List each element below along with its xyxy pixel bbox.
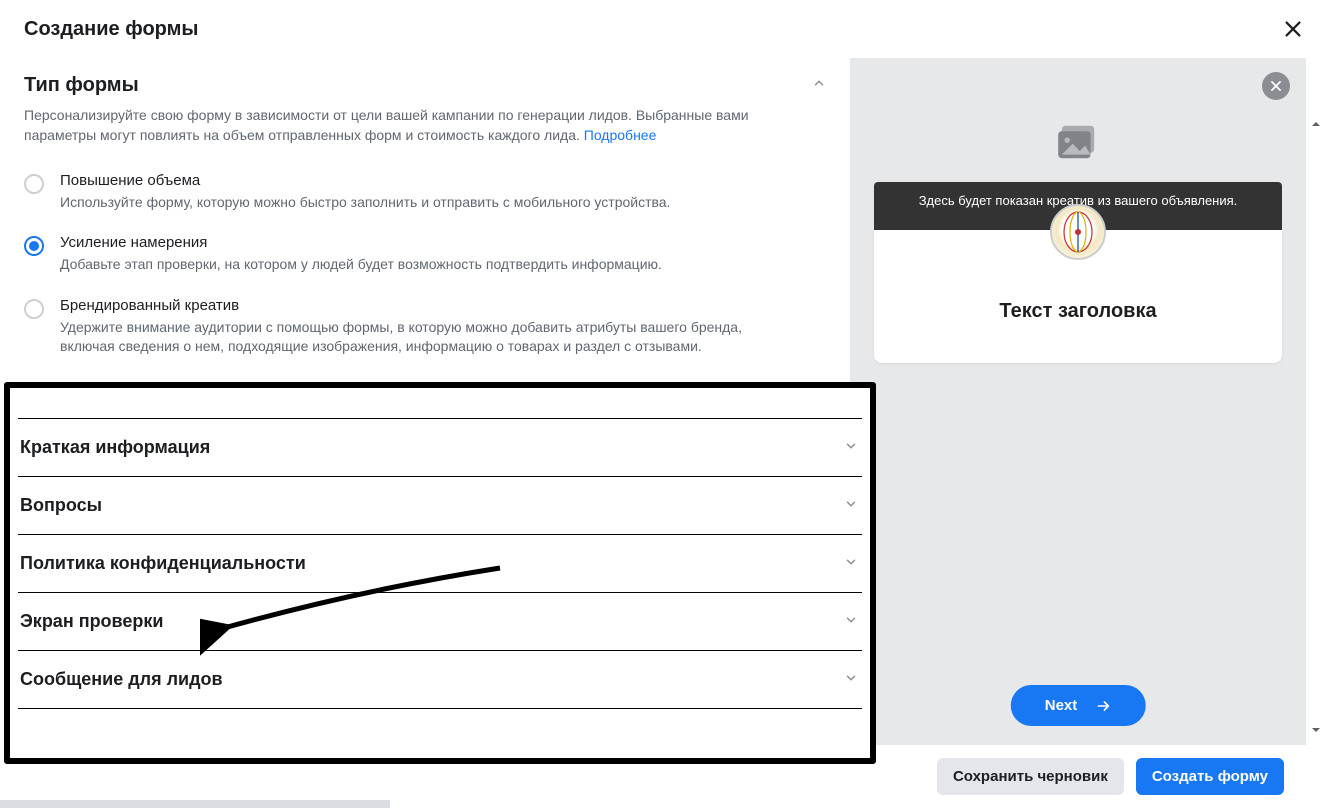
create-form-button[interactable]: Создать форму (1136, 758, 1284, 795)
form-type-description: Персонализируйте свою форму в зависимост… (24, 105, 814, 146)
section-title: Политика конфиденциальности (20, 553, 306, 574)
section-title: Вопросы (20, 495, 102, 516)
creative-placeholder-icon (1056, 124, 1100, 165)
section-toggle-brief-info[interactable]: Краткая информация (18, 419, 862, 476)
save-draft-button[interactable]: Сохранить черновик (937, 758, 1124, 795)
learn-more-link[interactable]: Подробнее (584, 127, 657, 143)
radio-title: Брендированный креатив (60, 297, 826, 314)
radio-description: Используйте форму, которую можно быстро … (60, 193, 790, 213)
section-brief-info: Краткая информация (18, 418, 862, 477)
radio-body: Повышение объема Используйте форму, кото… (60, 172, 826, 213)
radio-description: Удержите внимание аудитории с помощью фо… (60, 318, 790, 357)
image-icon (1056, 124, 1100, 160)
preview-close-button[interactable] (1262, 72, 1290, 100)
next-button-label: Next (1045, 697, 1078, 714)
form-type-title: Тип формы (24, 74, 139, 97)
preview-next-button[interactable]: Next (1011, 685, 1146, 726)
modal-title: Создание формы (24, 18, 1302, 41)
form-type-header[interactable]: Тип формы (24, 74, 826, 97)
chevron-down-icon (844, 555, 858, 572)
preview-headline: Текст заголовка (894, 300, 1262, 323)
radio-option-branded[interactable]: Брендированный креатив Удержите внимание… (24, 289, 826, 371)
scroll-down-icon[interactable] (1308, 722, 1324, 738)
page-avatar (1050, 204, 1106, 260)
footer-divider-shadow (0, 800, 390, 808)
section-toggle-leads-message[interactable]: Сообщение для лидов (18, 651, 862, 708)
radio-icon (24, 299, 44, 319)
radio-title: Повышение объема (60, 172, 826, 189)
section-questions: Вопросы (18, 477, 862, 535)
close-button[interactable] (1282, 18, 1306, 42)
radio-icon (24, 174, 44, 194)
section-title: Краткая информация (20, 437, 210, 458)
chevron-down-icon (844, 671, 858, 688)
chevron-down-icon (844, 497, 858, 514)
radio-title: Усиление намерения (60, 234, 826, 251)
radio-description: Добавьте этап проверки, на котором у люд… (60, 255, 790, 275)
avatar-logo-icon (1058, 208, 1098, 256)
section-review-screen: Экран проверки (18, 593, 862, 651)
radio-body: Брендированный креатив Удержите внимание… (60, 297, 826, 357)
modal-header: Создание формы (0, 0, 1326, 58)
radio-option-intent[interactable]: Усиление намерения Добавьте этап проверк… (24, 226, 826, 289)
modal-footer: Сохранить черновик Создать форму (850, 744, 1306, 808)
chevron-down-icon (844, 613, 858, 630)
scroll-up-icon[interactable] (1308, 116, 1324, 132)
radio-body: Усиление намерения Добавьте этап проверк… (60, 234, 826, 275)
app-root: { "header": { "title": "Создание формы" … (0, 0, 1326, 808)
section-title: Экран проверки (20, 611, 163, 632)
preview-pane: Здесь будет показан креатив из вашего об… (850, 58, 1306, 808)
outer-scrollbar[interactable] (1308, 116, 1324, 808)
section-toggle-questions[interactable]: Вопросы (18, 477, 862, 534)
sections-list: Краткая информация Вопросы Политика конф… (10, 388, 870, 709)
chevron-up-icon (812, 76, 826, 95)
radio-option-volume[interactable]: Повышение объема Используйте форму, кото… (24, 164, 826, 227)
section-leads-message: Сообщение для лидов (18, 651, 862, 709)
form-type-section: Тип формы Персонализируйте свою форму в … (0, 58, 850, 379)
radio-icon (24, 236, 44, 256)
section-toggle-privacy-policy[interactable]: Политика конфиденциальности (18, 535, 862, 592)
form-type-options: Повышение объема Используйте форму, кото… (24, 164, 826, 371)
close-icon (1282, 18, 1304, 40)
arrow-right-icon (1095, 698, 1111, 714)
section-privacy-policy: Политика конфиденциальности (18, 535, 862, 593)
chevron-down-icon (844, 439, 858, 456)
annotation-highlight-box: Краткая информация Вопросы Политика конф… (4, 382, 876, 764)
close-icon (1269, 79, 1283, 93)
section-title: Сообщение для лидов (20, 669, 223, 690)
section-toggle-review-screen[interactable]: Экран проверки (18, 593, 862, 650)
